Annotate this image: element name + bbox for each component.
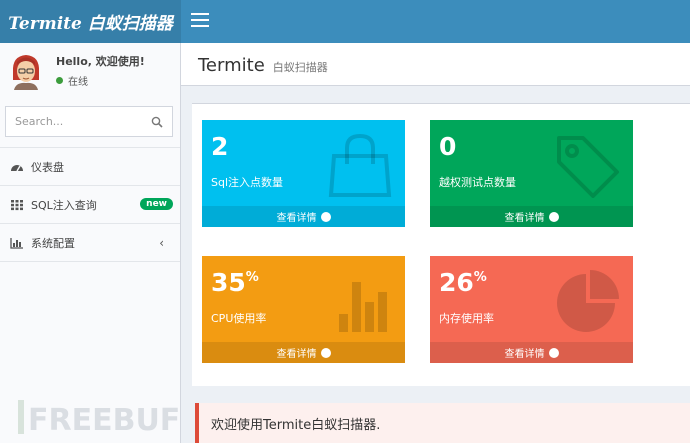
more-info-label: 查看详情 [276, 213, 317, 224]
box-value-number: 35 [211, 268, 246, 297]
bar-chart-icon [10, 237, 23, 249]
page-title: Termite [198, 55, 265, 76]
cpu-usage-box: 35% CPU使用率 查看详情 [202, 256, 405, 363]
more-info-label: 查看详情 [276, 349, 317, 360]
welcome-callout: 欢迎使用Termite白蚁扫描器. [195, 403, 690, 443]
box-label: Sql注入点数量 [211, 176, 284, 189]
page-subtitle: 白蚁扫描器 [272, 61, 328, 74]
box-value: 2 [211, 132, 229, 161]
sidebar-item-sql-query[interactable]: SQL注入查询 new [0, 186, 180, 224]
welcome-text: 欢迎使用Termite白蚁扫描器. [211, 417, 381, 433]
search-icon[interactable] [151, 116, 163, 128]
box-value: 0 [439, 132, 457, 161]
more-info-link[interactable]: 查看详情 [430, 342, 633, 363]
sidebar-item-dashboard[interactable]: 仪表盘 [0, 148, 180, 186]
arrow-circle-right-icon [548, 211, 559, 222]
box-value-unit: % [473, 270, 487, 285]
sidebar-item-label: 仪表盘 [31, 160, 64, 174]
more-info-link[interactable]: 查看详情 [202, 206, 405, 227]
box-value-number: 26 [439, 268, 474, 297]
online-status: 在线 [56, 73, 88, 88]
watermark-text: FREEBUF [28, 403, 178, 436]
more-info-link[interactable]: 查看详情 [202, 342, 405, 363]
sidebar-menu: 仪表盘 SQL注入查询 new 系统配置 ‹ [0, 147, 180, 262]
memory-usage-box: 26% 内存使用率 查看详情 [430, 256, 633, 363]
sidebar-item-label: 系统配置 [31, 236, 75, 250]
sidebar-search [5, 106, 173, 137]
arrow-circle-right-icon [320, 347, 331, 358]
avatar [8, 50, 44, 90]
sidebar-toggle-icon[interactable] [191, 13, 209, 29]
sidebar: Hello, 欢迎使用! 在线 仪表盘 SQL注入查询 [0, 43, 181, 443]
box-label: CPU使用率 [211, 312, 267, 325]
sql-injection-box: 2 Sql注入点数量 查看详情 [202, 120, 405, 227]
box-label: 内存使用率 [439, 312, 494, 325]
table-icon [11, 199, 23, 210]
user-panel: Hello, 欢迎使用! 在线 [0, 43, 180, 95]
chevron-left-icon[interactable]: ‹ [159, 236, 164, 250]
online-dot-icon [56, 77, 63, 84]
box-value-unit: % [245, 270, 259, 285]
more-info-label: 查看详情 [504, 349, 545, 360]
shopping-bag-icon [328, 133, 392, 197]
sidebar-item-label: SQL注入查询 [31, 198, 97, 212]
more-info-link[interactable]: 查看详情 [430, 206, 633, 227]
tag-icon [557, 136, 619, 198]
box-label: 越权测试点数量 [439, 176, 516, 189]
arrow-circle-right-icon [548, 347, 559, 358]
search-input[interactable] [15, 115, 151, 128]
new-badge: new [140, 198, 173, 210]
arrow-circle-right-icon [320, 211, 331, 222]
box-value: 35% [211, 268, 259, 297]
more-info-label: 查看详情 [504, 213, 545, 224]
pie-chart-icon [557, 270, 619, 332]
dashboard-icon [11, 164, 23, 171]
content-header: Termite 白蚁扫描器 [181, 43, 690, 86]
user-greeting: Hello, 欢迎使用! [56, 55, 145, 68]
box-value: 26% [439, 268, 487, 297]
freebuf-watermark: FREEBUF [18, 400, 178, 436]
sidebar-item-system-config[interactable]: 系统配置 ‹ [0, 224, 180, 262]
privilege-test-box: 0 越权测试点数量 查看详情 [430, 120, 633, 227]
top-navbar [181, 0, 690, 43]
bar-chart-icon [339, 282, 387, 332]
app-logo[interactable]: Termite 白蚁扫描器 [0, 0, 181, 43]
online-status-label: 在线 [68, 77, 88, 88]
